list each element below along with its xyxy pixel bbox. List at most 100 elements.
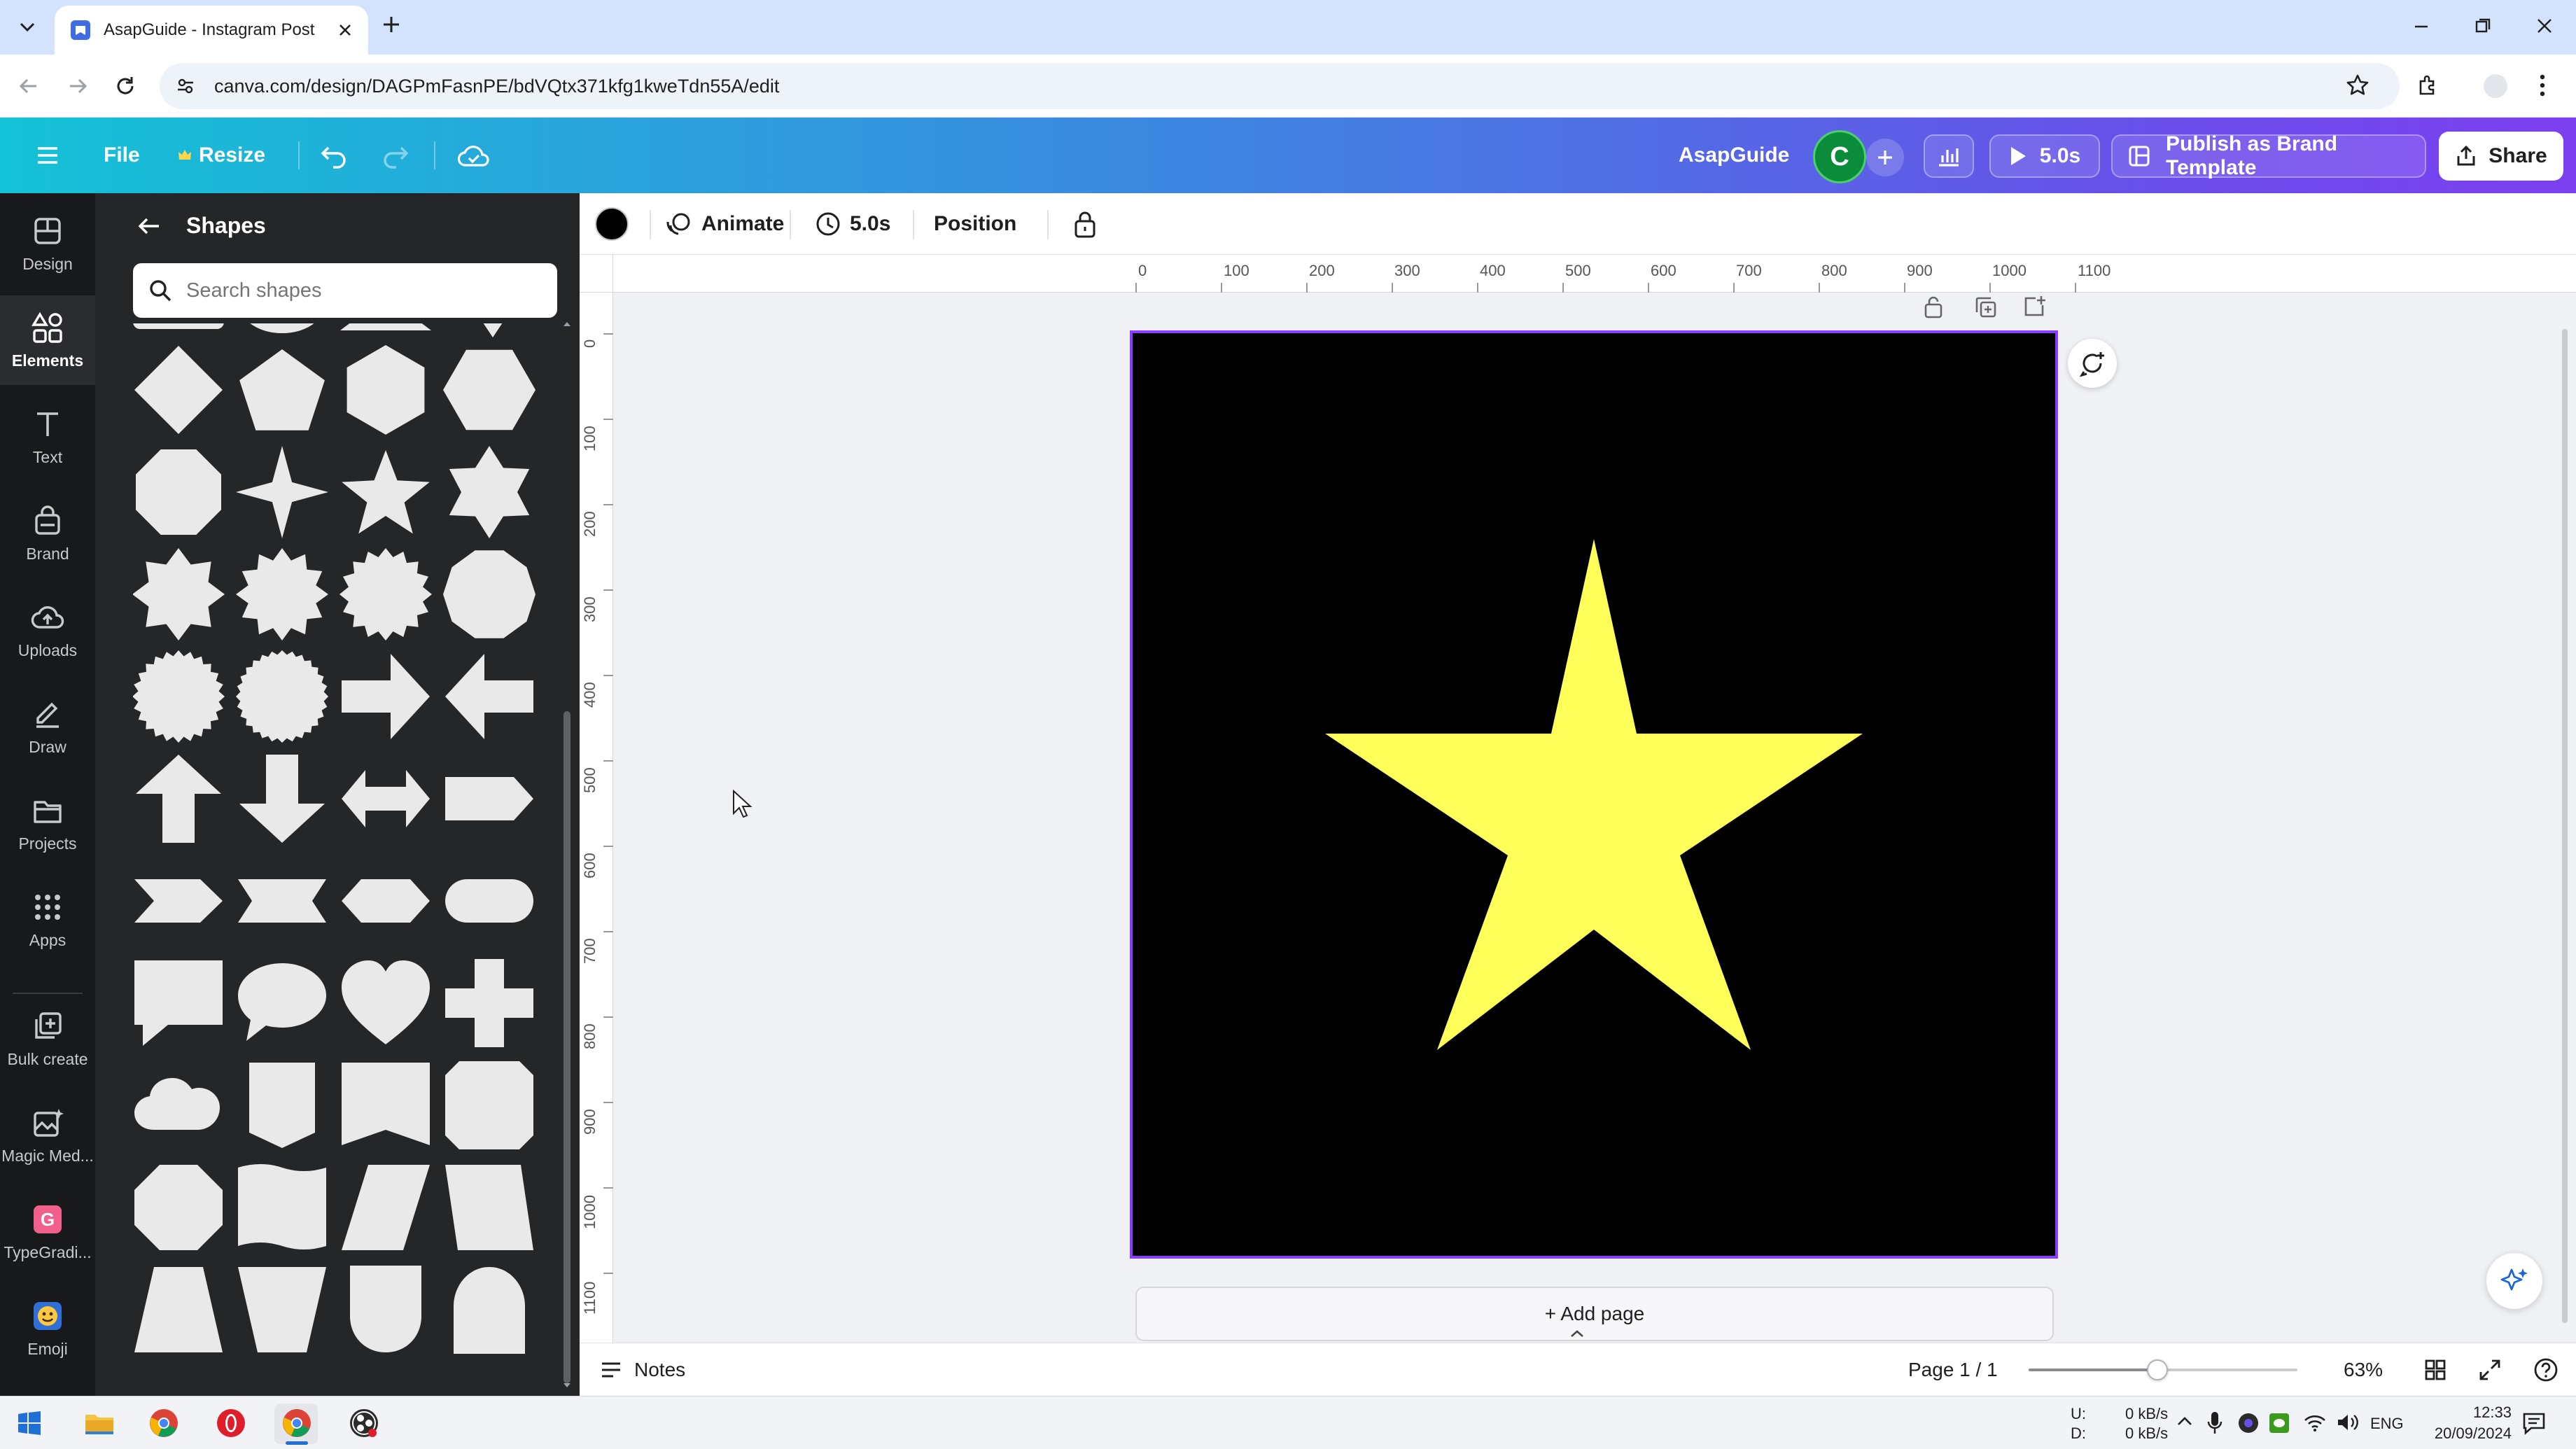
lock-page-icon[interactable] <box>1922 294 1945 319</box>
zoom-slider[interactable] <box>2029 1359 2297 1380</box>
shape-seal-28[interactable] <box>236 650 328 743</box>
resize-button[interactable]: Resize <box>178 136 265 175</box>
clock-time[interactable]: 12:33 <box>2435 1404 2512 1422</box>
nvidia-tray-icon[interactable] <box>2268 1412 2290 1434</box>
shape-burst-8[interactable] <box>133 548 225 640</box>
shape-trapezoid-inverted[interactable] <box>238 1267 326 1352</box>
shape-arrow-down[interactable] <box>239 755 325 843</box>
panel-scrollbar[interactable] <box>561 207 573 1390</box>
shape-trapezoid-down[interactable] <box>445 1165 533 1250</box>
shape-octagon[interactable] <box>136 449 221 535</box>
volume-icon[interactable] <box>2335 1412 2359 1433</box>
color-swatch-button[interactable] <box>595 193 629 255</box>
more-icon[interactable] <box>2538 73 2547 98</box>
microphone-icon[interactable] <box>2206 1410 2223 1436</box>
shape-speech-bubble-rect[interactable] <box>134 960 223 1046</box>
windows-start-icon[interactable] <box>17 1410 42 1436</box>
rail-item-emoji[interactable]: Emoji <box>0 1284 95 1373</box>
forward-icon[interactable] <box>66 74 90 98</box>
add-page-button[interactable]: + Add page <box>1135 1287 2054 1341</box>
shape-hexagon-flat[interactable] <box>346 345 425 435</box>
close-icon[interactable] <box>337 22 353 38</box>
chevron-up-icon[interactable] <box>1567 1327 1588 1340</box>
shape-parallelogram[interactable] <box>342 1165 430 1250</box>
extensions-icon[interactable] <box>2415 73 2440 98</box>
shape-rounded-square[interactable] <box>445 1061 533 1149</box>
notification-icon[interactable] <box>2521 1410 2547 1436</box>
shape-wavy-rect[interactable] <box>238 1164 326 1250</box>
rail-item-projects[interactable]: Projects <box>0 778 95 868</box>
tab-menu-icon[interactable] <box>13 13 42 42</box>
shape-banner-notch[interactable] <box>342 1063 430 1145</box>
shape-chevron[interactable] <box>134 879 223 923</box>
rail-item-bulk-create[interactable]: Bulk create <box>0 994 95 1084</box>
shape-pentagon[interactable] <box>239 349 325 430</box>
search-input[interactable] <box>186 279 522 302</box>
shape-star-6[interactable] <box>449 446 530 538</box>
shape-speech-bubble-round[interactable] <box>238 963 326 1041</box>
position-button[interactable]: Position <box>934 193 1016 255</box>
shape-star-4[interactable] <box>236 446 328 538</box>
back-icon[interactable] <box>17 74 41 98</box>
profile-icon[interactable] <box>2484 74 2507 98</box>
canvas-scrollbar[interactable] <box>2562 329 2568 1323</box>
wifi-icon[interactable] <box>2303 1412 2327 1433</box>
help-icon[interactable] <box>2533 1343 2559 1396</box>
file-explorer-icon[interactable] <box>84 1409 115 1437</box>
shape-octagon-rounded[interactable] <box>134 1165 223 1250</box>
rail-item-text[interactable]: Text <box>0 392 95 482</box>
redo-icon[interactable] <box>378 139 413 174</box>
rail-item-design[interactable]: Design <box>0 199 95 288</box>
shape-heart[interactable] <box>342 960 430 1044</box>
shape-hexagon-wide[interactable] <box>342 879 430 923</box>
rail-item-apps[interactable]: Apps <box>0 875 95 965</box>
zoom-slider-thumb[interactable] <box>2147 1359 2169 1380</box>
shape-arrow-up[interactable] <box>136 755 221 843</box>
shape-pill[interactable] <box>445 879 533 923</box>
insights-icon[interactable] <box>1924 134 1974 178</box>
search-shapes-field[interactable] <box>133 263 557 318</box>
opera-icon[interactable] <box>216 1408 246 1438</box>
shape-arrow-right[interactable] <box>342 654 430 739</box>
add-page-icon[interactable] <box>2022 294 2047 319</box>
rail-item-magic-media[interactable]: Magic Med... <box>0 1091 95 1180</box>
site-info-icon[interactable] <box>175 76 196 97</box>
play-button[interactable]: 5.0s <box>1989 134 2100 178</box>
cloud-saved-icon[interactable] <box>455 137 493 174</box>
language-indicator[interactable]: ENG <box>2370 1415 2404 1433</box>
duplicate-page-icon[interactable] <box>1974 295 1998 319</box>
restore-icon[interactable] <box>2472 15 2493 36</box>
notes-button[interactable]: Notes <box>599 1343 685 1396</box>
shape-arrow-left[interactable] <box>445 654 533 739</box>
brand-name[interactable]: AsapGuide <box>1679 136 1789 175</box>
animate-button[interactable]: Animate <box>665 193 784 255</box>
minimize-icon[interactable] <box>2411 15 2432 36</box>
lock-icon[interactable] <box>1051 193 1119 255</box>
new-tab-icon[interactable] <box>381 14 402 35</box>
shape-seal-24[interactable] <box>133 650 225 743</box>
chrome-icon-2[interactable] <box>281 1408 312 1438</box>
share-button[interactable]: Share <box>2439 132 2563 181</box>
rail-item-brand[interactable]: Brand <box>0 489 95 578</box>
add-comment-button[interactable] <box>2068 339 2117 388</box>
magic-assistant-button[interactable] <box>2486 1253 2542 1309</box>
shape-hexagon-pointy[interactable] <box>443 349 536 430</box>
shape-burst-12[interactable] <box>236 548 328 640</box>
undo-icon[interactable] <box>316 139 351 174</box>
shape-trapezoid-up[interactable] <box>134 1267 223 1352</box>
rail-item-elements[interactable]: Elements <box>0 295 95 385</box>
zoom-level[interactable]: 63% <box>2344 1343 2383 1396</box>
rail-item-uploads[interactable]: Uploads <box>0 585 95 675</box>
grid-view-icon[interactable] <box>2423 1343 2447 1396</box>
avatar[interactable]: C <box>1813 130 1866 183</box>
shape-tag-right[interactable] <box>445 777 533 820</box>
shape-burst-16[interactable] <box>340 548 432 640</box>
main-menu-icon[interactable] <box>28 140 67 171</box>
yellow-star-shape[interactable] <box>1325 539 1863 1050</box>
back-arrow-icon[interactable] <box>137 216 161 237</box>
shape-shield-u[interactable] <box>350 1266 421 1352</box>
shape-diamond[interactable] <box>134 346 223 434</box>
file-menu-button[interactable]: File <box>104 136 140 175</box>
shape-cloud[interactable] <box>134 1078 220 1130</box>
rail-item-typegradient[interactable]: G TypeGradi... <box>0 1187 95 1277</box>
